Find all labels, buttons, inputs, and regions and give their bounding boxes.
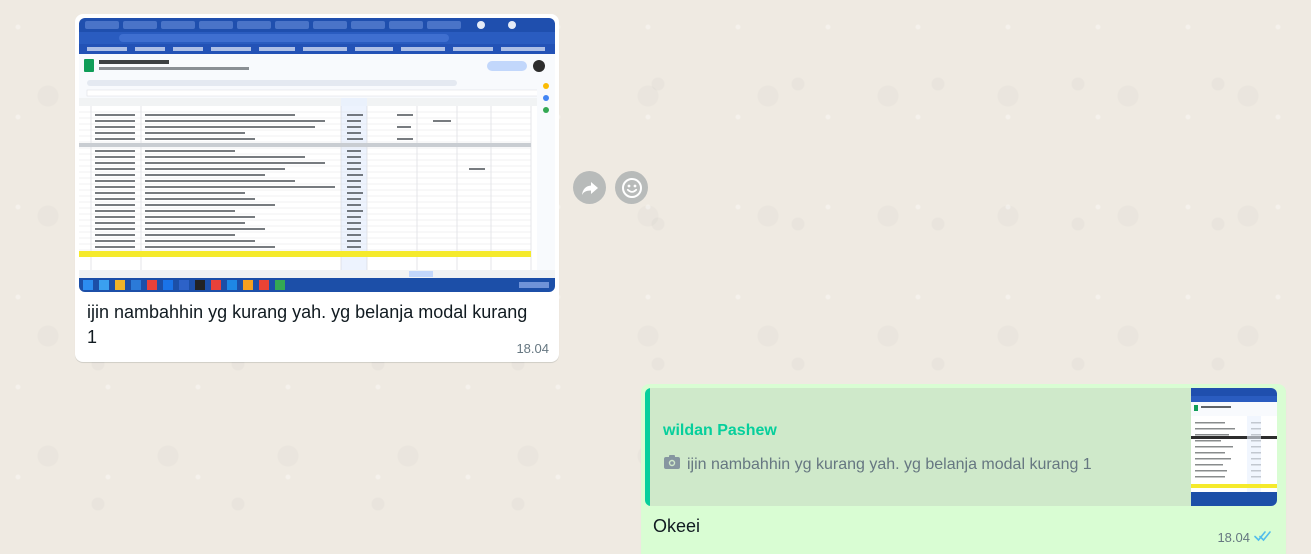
incoming-message-bubble[interactable]: ijin nambahhin yg kurang yah. yg belanja… <box>75 14 559 362</box>
message-time: 18.04 <box>1217 530 1250 545</box>
double-check-icon <box>1254 530 1272 545</box>
quoted-text: ijin nambahhin yg kurang yah. yg belanja… <box>687 455 1092 473</box>
message-meta: 18.04 <box>1217 530 1272 545</box>
camera-icon <box>663 454 681 475</box>
quoted-author: wildan Pashew <box>663 422 777 439</box>
spreadsheet-screenshot-image <box>79 18 555 292</box>
emoji-reaction-icon[interactable] <box>615 171 648 204</box>
quoted-message[interactable]: wildan Pashew ijin nambahhin yg kurang y… <box>645 388 1277 506</box>
forward-icon[interactable] <box>573 171 606 204</box>
message-time: 18.04 <box>516 341 549 356</box>
message-text: Okeei <box>653 516 701 536</box>
quote-accent-bar <box>645 388 650 506</box>
quoted-image-thumbnail <box>1191 388 1277 506</box>
attached-image[interactable] <box>79 18 555 292</box>
outgoing-message-bubble[interactable]: wildan Pashew ijin nambahhin yg kurang y… <box>641 384 1286 554</box>
quoted-preview: ijin nambahhin yg kurang yah. yg belanja… <box>663 454 1092 475</box>
message-caption: ijin nambahhin yg kurang yah. yg belanja… <box>87 302 528 347</box>
